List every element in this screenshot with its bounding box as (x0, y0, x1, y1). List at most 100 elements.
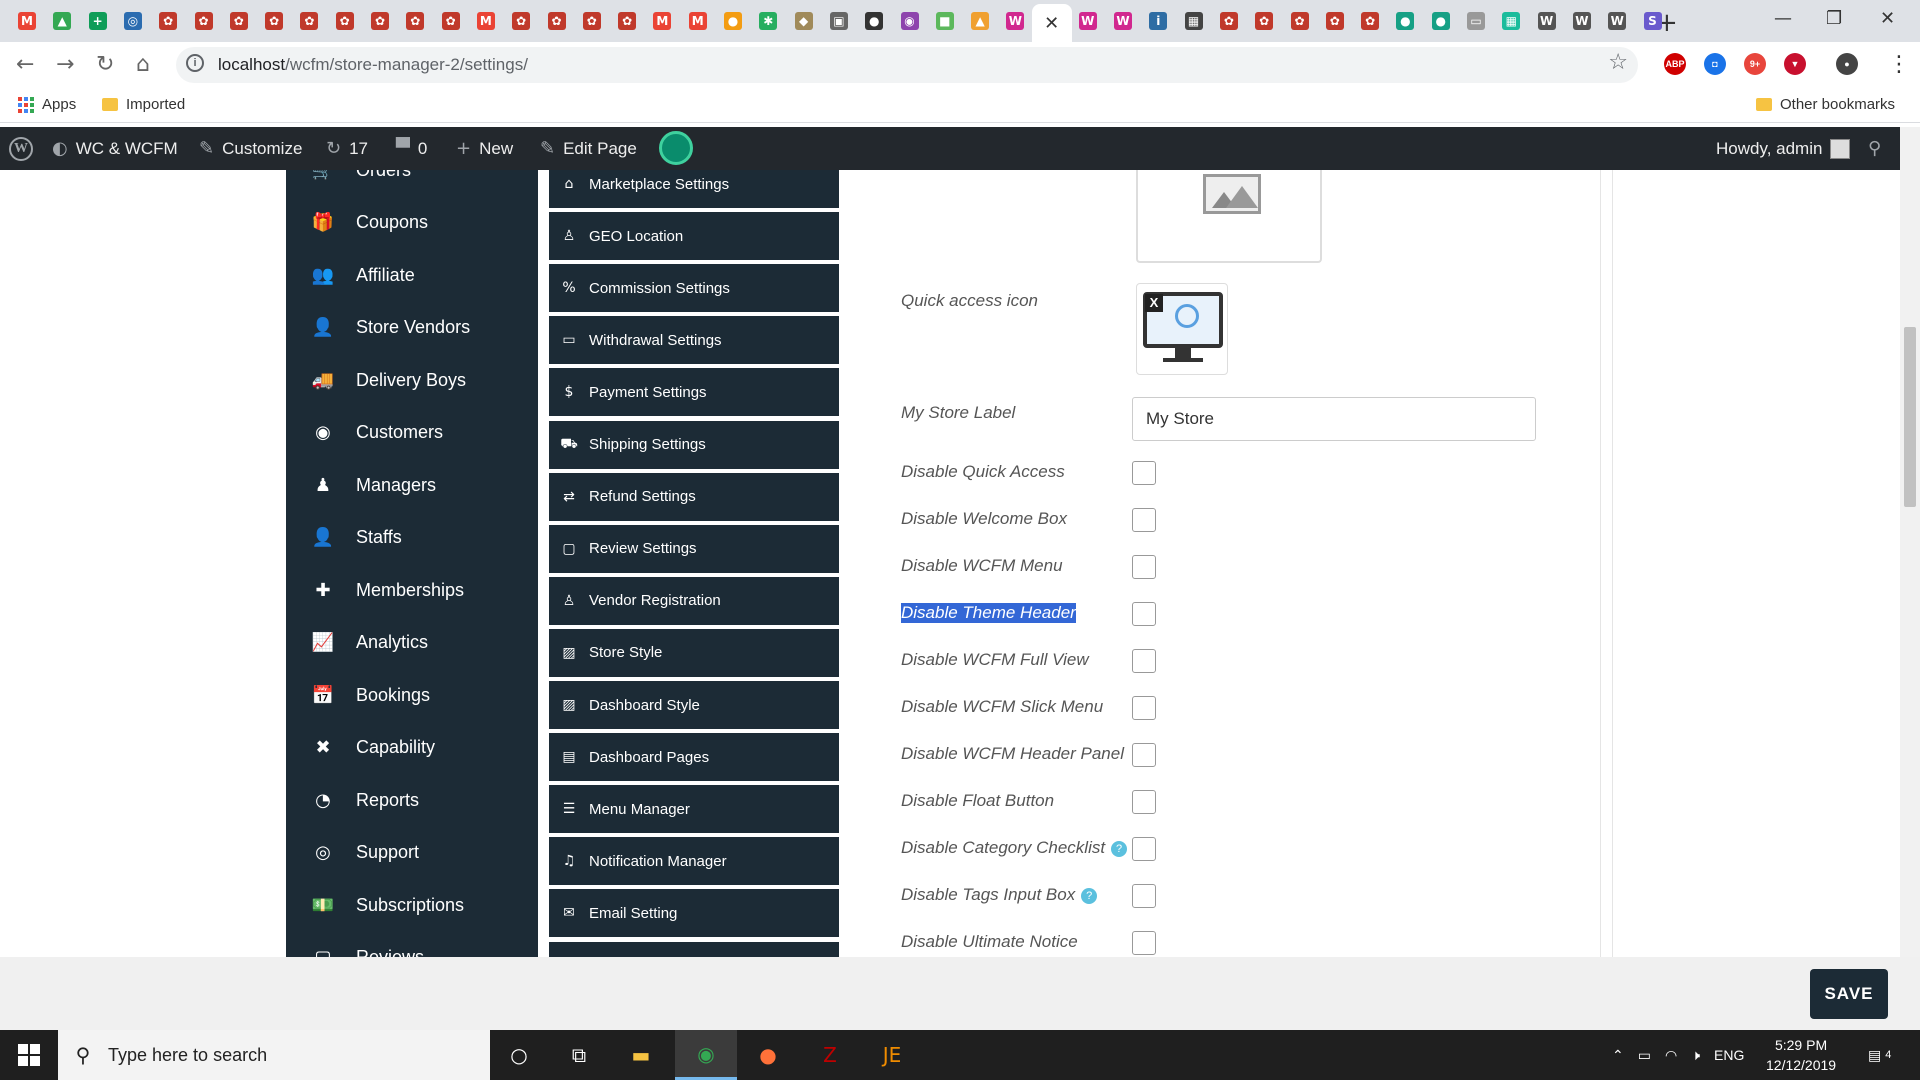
browser-tab[interactable]: ● (1392, 7, 1418, 35)
wp-new[interactable]: + New (456, 127, 513, 170)
main-nav-item[interactable]: 👤 Staffs (286, 512, 538, 564)
main-nav-item[interactable]: 🚚 Delivery Boys (286, 354, 538, 406)
settings-nav-item[interactable]: % Commission Settings (549, 264, 839, 315)
settings-nav-item[interactable]: ▤ Dashboard Pages (549, 733, 839, 784)
browser-tab[interactable]: ✿ (296, 7, 322, 35)
wp-account[interactable]: Howdy, admin (1716, 127, 1851, 170)
browser-tab[interactable]: ✿ (1287, 7, 1313, 35)
checkbox[interactable] (1132, 508, 1156, 532)
main-nav-item[interactable]: 🛒 Orders (286, 170, 538, 196)
browser-tab[interactable]: W (1534, 7, 1560, 35)
settings-nav-item[interactable]: ▨ Store Style (549, 628, 839, 679)
browser-tab[interactable]: M (649, 7, 675, 35)
menu-kebab-icon[interactable]: ⋮ (1888, 52, 1910, 77)
save-button[interactable]: SAVE (1810, 969, 1888, 1019)
address-bar[interactable]: i localhost/wcfm/store-manager-2/setting… (176, 47, 1638, 83)
checkbox[interactable] (1132, 931, 1156, 955)
browser-tab[interactable]: ✿ (402, 7, 428, 35)
checkbox[interactable] (1132, 602, 1156, 626)
task-view-icon[interactable]: ⧉ (548, 1030, 610, 1080)
main-nav-item[interactable]: ▢ Reviews (286, 932, 538, 957)
settings-nav-item[interactable]: ⇄ Refund Settings (549, 472, 839, 523)
quick-access-icon-upload[interactable]: X (1136, 283, 1228, 375)
settings-nav-item[interactable]: ⛟ Shipping Settings (549, 420, 839, 471)
checkbox[interactable] (1132, 790, 1156, 814)
browser-tab[interactable]: ◉ (897, 7, 923, 35)
main-nav-item[interactable]: 🎁 Coupons (286, 197, 538, 249)
wp-edit-page[interactable]: ✎ Edit Page (540, 127, 637, 170)
checkbox[interactable] (1132, 461, 1156, 485)
bookmark-star-icon[interactable]: ☆ (1608, 50, 1628, 75)
wp-site-name[interactable]: ◐ WC & WCFM (52, 127, 178, 170)
camera-icon[interactable]: ◘ (1704, 53, 1726, 75)
checkbox[interactable] (1132, 696, 1156, 720)
browser-tab[interactable]: W (1604, 7, 1630, 35)
url-text[interactable]: localhost/wcfm/store-manager-2/settings/ (218, 55, 528, 75)
browser-tab[interactable]: M (14, 7, 40, 35)
taskbar-search[interactable]: ⚲ Type here to search (58, 1030, 490, 1080)
browser-tab[interactable]: ✿ (1216, 7, 1242, 35)
scrollbar-thumb[interactable] (1904, 327, 1916, 507)
browser-tab[interactable]: ✿ (438, 7, 464, 35)
main-nav-item[interactable]: 📈 Analytics (286, 617, 538, 669)
clock[interactable]: 5:29 PM 12/12/2019 (1766, 1035, 1836, 1075)
settings-nav-item[interactable]: ☰ Menu Manager (549, 785, 839, 836)
wifi-icon[interactable]: ◠ (1665, 1047, 1677, 1064)
browser-tab[interactable]: ◎ (120, 7, 146, 35)
reload-icon[interactable]: ↻ (96, 52, 114, 77)
browser-tab[interactable]: ▦ (1181, 7, 1207, 35)
bookmark-apps[interactable]: Apps (18, 96, 76, 113)
checkbox[interactable] (1132, 555, 1156, 579)
main-nav-item[interactable]: ◔ Reports (286, 774, 538, 826)
browser-tab[interactable]: S (1640, 7, 1666, 35)
settings-nav-item[interactable] (549, 941, 839, 957)
browser-tab[interactable]: + (85, 7, 111, 35)
remove-icon[interactable]: X (1145, 294, 1163, 312)
profile-icon[interactable]: ● (1836, 53, 1858, 75)
site-info-icon[interactable]: i (186, 54, 204, 72)
battery-icon[interactable]: ▭ (1638, 1047, 1651, 1064)
checkbox[interactable] (1132, 837, 1156, 861)
browser-tab[interactable]: ▭ (1463, 7, 1489, 35)
browser-tab[interactable]: ◆ (791, 7, 817, 35)
browser-tab[interactable]: M (685, 7, 711, 35)
browser-tab[interactable]: ✿ (155, 7, 181, 35)
home-icon[interactable]: ⌂ (136, 52, 150, 77)
main-nav-item[interactable]: ◉ Customers (286, 407, 538, 459)
page-scrollbar[interactable] (1900, 127, 1920, 957)
settings-nav-item[interactable]: ▨ Dashboard Style (549, 681, 839, 731)
minimize-icon[interactable]: — (1774, 8, 1792, 29)
browser-tab[interactable]: ✿ (544, 7, 570, 35)
firefox-icon[interactable]: ● (737, 1030, 799, 1080)
browser-tab[interactable]: ✿ (367, 7, 393, 35)
browser-tab[interactable]: W (1075, 7, 1101, 35)
cortana-icon[interactable]: ○ (488, 1030, 550, 1080)
browser-tab[interactable]: W (1569, 7, 1595, 35)
chrome-icon[interactable]: ◉ (675, 1030, 737, 1080)
bookmark-other[interactable]: Other bookmarks (1756, 96, 1895, 113)
browser-tab[interactable]: ▲ (49, 7, 75, 35)
filezilla-icon[interactable]: Z (799, 1030, 861, 1080)
checkbox[interactable] (1132, 884, 1156, 908)
checkbox[interactable] (1132, 743, 1156, 767)
bookmark-imported[interactable]: Imported (102, 96, 185, 113)
browser-tab[interactable]: ✿ (508, 7, 534, 35)
browser-tab[interactable]: M (473, 7, 499, 35)
browser-tab[interactable]: ✕ (1031, 4, 1072, 42)
my-store-label-input[interactable] (1132, 397, 1536, 441)
maximize-icon[interactable]: ❐ (1826, 8, 1842, 29)
wp-logo-menu[interactable]: W (9, 127, 33, 170)
browser-tab[interactable]: ✱ (755, 7, 781, 35)
browser-tab[interactable]: W (1002, 7, 1028, 35)
browser-tab[interactable]: ● (720, 7, 746, 35)
settings-nav-item[interactable]: ♫ Notification Manager (549, 837, 839, 888)
file-explorer-icon[interactable]: ▬ (610, 1030, 672, 1080)
main-nav-item[interactable]: ✚ Memberships (286, 564, 538, 616)
settings-nav-item[interactable]: $ Payment Settings (549, 368, 839, 419)
wp-customize[interactable]: ✎ Customize (199, 127, 302, 170)
wp-search[interactable]: ⚲ (1868, 127, 1881, 170)
back-icon[interactable]: ← (16, 52, 34, 77)
settings-nav-item[interactable]: ▭ Withdrawal Settings (549, 316, 839, 367)
main-nav-item[interactable]: 👥 Affiliate (286, 249, 538, 301)
settings-nav-item[interactable]: ♙ GEO Location (549, 212, 839, 263)
